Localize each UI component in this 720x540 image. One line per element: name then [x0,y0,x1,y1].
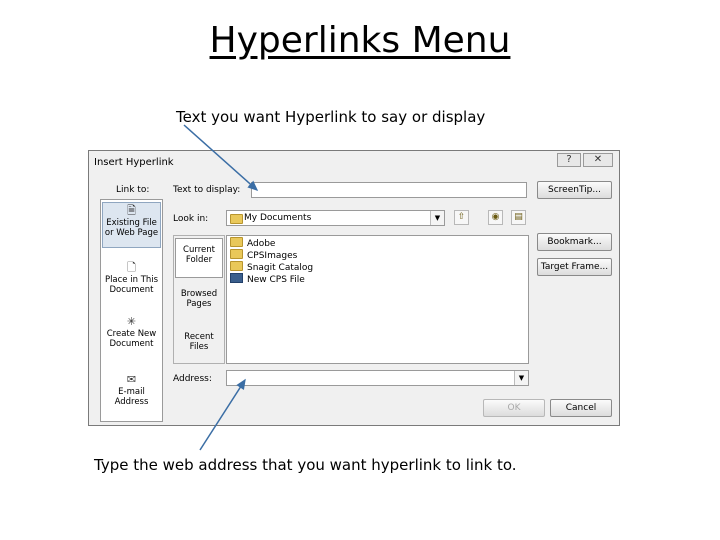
screentip-button[interactable]: ScreenTip... [537,181,612,199]
dialog-title: Insert Hyperlink [94,157,174,168]
folder-icon [230,214,243,224]
link-to-email-address[interactable]: ✉ E-mail Address [102,372,161,416]
browse-web-icon[interactable]: ◉ [488,210,503,225]
insert-hyperlink-dialog: Insert Hyperlink ? ✕ Link to: Text to di… [88,150,620,426]
folder-icon [230,237,243,247]
bookmark-button[interactable]: Bookmark... [537,233,612,251]
tab-recent-files[interactable]: Recent Files [175,332,223,352]
link-to-existing-file[interactable]: 🗎 Existing File or Web Page [102,202,161,248]
ok-button[interactable]: OK [483,399,545,417]
text-to-display-label: Text to display: [173,185,241,195]
link-to-label: Link to: [116,185,150,195]
text-to-display-input[interactable] [251,182,527,198]
link-to-create-new-label: Create New Document [106,329,157,349]
close-button[interactable]: ✕ [583,153,613,167]
file-list: Adobe CPSImages Snagit Catalog New CPS F… [226,235,529,364]
link-to-place-in-document[interactable]: 🗋 Place in This Document [102,260,161,300]
link-to-panel: 🗎 Existing File or Web Page 🗋 Place in T… [100,199,163,422]
link-to-create-new-document[interactable]: ✳ Create New Document [102,314,161,354]
side-tabs: Current Folder Browsed Pages Recent File… [173,235,225,364]
list-item[interactable]: New CPS File [230,273,305,285]
address-label: Address: [173,374,212,384]
look-in-label: Look in: [173,214,209,224]
file-name: CPSImages [247,251,298,261]
folder-icon [230,249,243,259]
file-name: New CPS File [247,275,305,285]
help-button[interactable]: ? [557,153,581,167]
caption-text-to-display: Text you want Hyperlink to say or displa… [176,108,486,126]
look-in-value: My Documents [244,213,312,223]
file-name: Snagit Catalog [247,263,314,273]
list-item[interactable]: Snagit Catalog [230,261,313,273]
chevron-down-icon: ▼ [430,211,444,225]
link-to-email-label: E-mail Address [114,387,149,407]
folder-icon [230,261,243,271]
tab-current-folder[interactable]: Current Folder [175,238,223,278]
look-in-dropdown[interactable]: My Documents ▼ [226,210,445,226]
file-icon [230,273,243,283]
up-folder-icon[interactable]: ⇧ [454,210,469,225]
target-frame-button[interactable]: Target Frame... [537,258,612,276]
globe-file-icon: 🗎 [127,204,136,217]
new-document-icon: ✳ [126,315,137,328]
list-item[interactable]: Adobe [230,237,275,249]
link-to-place-label: Place in This Document [104,275,159,295]
document-place-icon: 🗋 [127,261,136,274]
cancel-button[interactable]: Cancel [550,399,612,417]
chevron-down-icon[interactable]: ▼ [514,371,528,385]
link-to-existing-file-label: Existing File or Web Page [104,218,159,238]
email-icon: ✉ [126,373,137,386]
caption-address: Type the web address that you want hyper… [94,456,517,474]
tab-browsed-pages[interactable]: Browsed Pages [175,289,223,309]
browse-file-icon[interactable]: ▤ [511,210,526,225]
file-name: Adobe [247,239,276,249]
list-item[interactable]: CPSImages [230,249,297,261]
slide-title: Hyperlinks Menu [209,20,511,61]
address-input[interactable]: ▼ [226,370,529,386]
